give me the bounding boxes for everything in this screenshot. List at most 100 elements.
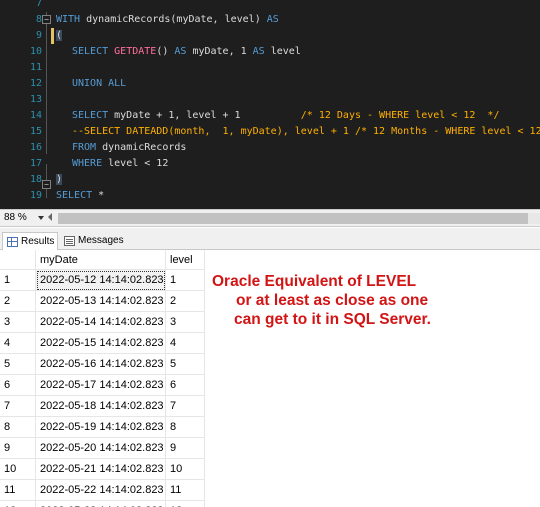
annotation-text: Oracle Equivalent of LEVEL or at least a… bbox=[212, 272, 512, 329]
row-number[interactable]: 5 bbox=[0, 354, 36, 375]
cell-level[interactable]: 2 bbox=[166, 291, 205, 312]
annotation-line-3: can get to it in SQL Server. bbox=[234, 311, 431, 328]
grid-header: myDate level bbox=[0, 250, 205, 270]
annotation-line-2: or at least as close as one bbox=[236, 292, 429, 309]
line-number: 13 bbox=[29, 94, 42, 105]
row-number-header[interactable] bbox=[0, 250, 36, 270]
query-editor[interactable]: 789101112131415161718192021 − WITH dynam… bbox=[0, 0, 540, 201]
cell-mydate[interactable]: 2022-05-12 14:14:02.823 bbox=[36, 270, 166, 291]
code-line-12: UNION ALL bbox=[72, 78, 127, 89]
cell-level[interactable]: 1 bbox=[166, 270, 205, 291]
tab-messages-label: Messages bbox=[78, 235, 124, 246]
zoom-dropdown-icon[interactable] bbox=[38, 216, 44, 220]
cell-mydate[interactable]: 2022-05-18 14:14:02.823 bbox=[36, 396, 166, 417]
cell-mydate[interactable]: 2022-05-15 14:14:02.823 bbox=[36, 333, 166, 354]
line-number: 11 bbox=[29, 62, 42, 73]
cell-level[interactable]: 6 bbox=[166, 375, 205, 396]
tab-results[interactable]: Results bbox=[2, 232, 58, 250]
code-line-15: --SELECT DATEADD(month, 1, myDate), leve… bbox=[72, 126, 540, 137]
table-row[interactable]: 2 2022-05-13 14:14:02.823 2 bbox=[0, 291, 205, 312]
table-row[interactable]: 11 2022-05-22 14:14:02.823 11 bbox=[0, 480, 205, 501]
cell-mydate[interactable]: 2022-05-20 14:14:02.823 bbox=[36, 438, 166, 459]
code-line-9: ( bbox=[56, 30, 63, 41]
scroll-left-icon[interactable] bbox=[48, 213, 52, 221]
line-number: 14 bbox=[29, 110, 42, 121]
cell-mydate[interactable]: 2022-05-19 14:14:02.823 bbox=[36, 417, 166, 438]
row-number[interactable]: 3 bbox=[0, 312, 36, 333]
column-header-level[interactable]: level bbox=[166, 250, 205, 270]
table-row[interactable]: 10 2022-05-21 14:14:02.823 10 bbox=[0, 459, 205, 480]
code-line-19: SELECT * bbox=[56, 190, 105, 201]
cell-level[interactable]: 3 bbox=[166, 312, 205, 333]
row-number[interactable]: 9 bbox=[0, 438, 36, 459]
tab-messages[interactable]: Messages bbox=[60, 232, 126, 250]
row-number[interactable]: 10 bbox=[0, 459, 36, 480]
ssms-window: 789101112131415161718192021 − WITH dynam… bbox=[0, 0, 540, 507]
grid-icon bbox=[7, 237, 18, 247]
results-tabs: Results Messages bbox=[0, 228, 540, 250]
table-row[interactable]: 1 2022-05-12 14:14:02.823 1 bbox=[0, 270, 205, 291]
row-number[interactable]: 11 bbox=[0, 480, 36, 501]
cell-mydate[interactable]: 2022-05-17 14:14:02.823 bbox=[36, 375, 166, 396]
collapse-icon[interactable]: − bbox=[42, 15, 51, 24]
messages-icon bbox=[64, 236, 75, 246]
code-line-16: FROM dynamicRecords bbox=[72, 142, 187, 153]
table-row[interactable]: 6 2022-05-17 14:14:02.823 6 bbox=[0, 375, 205, 396]
table-row[interactable]: 5 2022-05-16 14:14:02.823 5 bbox=[0, 354, 205, 375]
collapse-icon[interactable]: − bbox=[42, 180, 51, 189]
cell-level[interactable]: 5 bbox=[166, 354, 205, 375]
annotation-line-1: Oracle Equivalent of LEVEL bbox=[212, 273, 417, 290]
row-number[interactable]: 12 bbox=[0, 501, 36, 507]
change-marker bbox=[51, 28, 54, 44]
line-number: 19 bbox=[29, 190, 42, 201]
cell-level[interactable]: 10 bbox=[166, 459, 205, 480]
code-line-14: SELECT myDate + 1, level + 1 /* 12 Days … bbox=[72, 110, 500, 121]
row-number[interactable]: 6 bbox=[0, 375, 36, 396]
line-number: 8 bbox=[35, 14, 42, 25]
line-number: 12 bbox=[29, 78, 42, 89]
table-row[interactable]: 4 2022-05-15 14:14:02.823 4 bbox=[0, 333, 205, 354]
line-number: 18 bbox=[29, 174, 42, 185]
line-number: 9 bbox=[35, 30, 42, 41]
cell-level[interactable]: 12 bbox=[166, 501, 205, 507]
row-number[interactable]: 8 bbox=[0, 417, 36, 438]
cell-mydate[interactable]: 2022-05-13 14:14:02.823 bbox=[36, 291, 166, 312]
column-header-mydate[interactable]: myDate bbox=[36, 250, 166, 270]
tab-results-label: Results bbox=[21, 236, 55, 247]
cell-level[interactable]: 11 bbox=[166, 480, 205, 501]
line-number: 17 bbox=[29, 158, 42, 169]
table-row[interactable]: 122022-05-23 14:14:02.82312 bbox=[0, 501, 205, 507]
row-number[interactable]: 2 bbox=[0, 291, 36, 312]
cell-mydate[interactable]: 2022-05-16 14:14:02.823 bbox=[36, 354, 166, 375]
editor-status-bar: 88 % bbox=[0, 209, 540, 227]
line-number: 16 bbox=[29, 142, 42, 153]
row-number[interactable]: 4 bbox=[0, 333, 36, 354]
scrollbar-thumb[interactable] bbox=[58, 213, 528, 224]
editor-bottom-edge bbox=[0, 201, 540, 209]
cell-level[interactable]: 7 bbox=[166, 396, 205, 417]
zoom-level[interactable]: 88 % bbox=[4, 212, 27, 223]
cell-mydate[interactable]: 2022-05-14 14:14:02.823 bbox=[36, 312, 166, 333]
row-number[interactable]: 7 bbox=[0, 396, 36, 417]
cell-level[interactable]: 4 bbox=[166, 333, 205, 354]
results-grid[interactable]: myDate level 1 2022-05-12 14:14:02.823 1 2 2… bbox=[0, 250, 205, 507]
cell-level[interactable]: 9 bbox=[166, 438, 205, 459]
line-number: 15 bbox=[29, 126, 42, 137]
outline-bar bbox=[46, 12, 47, 154]
code-line-18: ) bbox=[56, 174, 63, 185]
table-row[interactable]: 8 2022-05-19 14:14:02.823 8 bbox=[0, 417, 205, 438]
table-row[interactable]: 7 2022-05-18 14:14:02.823 7 bbox=[0, 396, 205, 417]
cell-level[interactable]: 8 bbox=[166, 417, 205, 438]
line-number-gutter: 789101112131415161718192021 bbox=[0, 0, 44, 201]
line-number: 7 bbox=[35, 0, 42, 9]
cell-mydate[interactable]: 2022-05-23 14:14:02.823 bbox=[36, 501, 166, 507]
cell-mydate[interactable]: 2022-05-22 14:14:02.823 bbox=[36, 480, 166, 501]
line-number: 10 bbox=[29, 46, 42, 57]
code-line-10: SELECT GETDATE() AS myDate, 1 AS level bbox=[72, 46, 301, 57]
table-row[interactable]: 9 2022-05-20 14:14:02.823 9 bbox=[0, 438, 205, 459]
table-row[interactable]: 3 2022-05-14 14:14:02.823 3 bbox=[0, 312, 205, 333]
row-number[interactable]: 1 bbox=[0, 270, 36, 291]
code-line-17: WHERE level < 12 bbox=[72, 158, 169, 169]
cell-mydate[interactable]: 2022-05-21 14:14:02.823 bbox=[36, 459, 166, 480]
code-line-8: WITH dynamicRecords(myDate, level) AS bbox=[56, 14, 279, 25]
